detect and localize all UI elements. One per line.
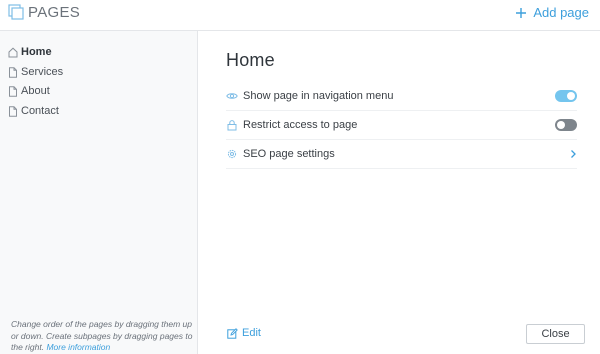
lock-icon xyxy=(227,120,237,131)
chevron-right-icon xyxy=(571,150,576,158)
page-settings-panel: Home Show page in navigation menu Restri… xyxy=(199,31,600,354)
sidebar-item-label: Services xyxy=(21,66,64,78)
add-page-button[interactable]: Add page xyxy=(515,5,589,20)
page-icon xyxy=(9,66,17,78)
setting-row-restrict-access: Restrict access to page xyxy=(226,111,577,140)
pages-sidebar: Home Services About Contact Change order… xyxy=(0,31,198,354)
more-information-link[interactable]: More information xyxy=(46,342,110,352)
reorder-hint: Change order of the pages by dragging th… xyxy=(11,319,193,354)
setting-row-seo[interactable]: SEO page settings xyxy=(226,140,577,169)
edit-icon xyxy=(227,327,238,339)
plus-icon xyxy=(516,7,527,18)
sidebar-item-about[interactable]: About xyxy=(8,82,50,100)
page-icon xyxy=(9,105,17,117)
edit-label: Edit xyxy=(242,327,261,339)
add-page-label: Add page xyxy=(533,5,589,20)
home-icon xyxy=(8,47,18,57)
eye-icon xyxy=(226,93,238,99)
sidebar-item-label: Contact xyxy=(21,105,59,117)
close-button[interactable]: Close xyxy=(526,324,585,344)
edit-button[interactable]: Edit xyxy=(227,327,261,339)
sidebar-item-label: Home xyxy=(21,46,52,58)
page-title: Home xyxy=(226,50,275,70)
pages-icon xyxy=(8,4,24,20)
top-bar: PAGES Add page xyxy=(0,0,600,31)
page-icon xyxy=(9,85,17,97)
sidebar-item-services[interactable]: Services xyxy=(8,63,63,81)
restrict-access-toggle[interactable] xyxy=(555,119,577,131)
setting-label: Show page in navigation menu xyxy=(243,90,394,102)
panel-title: PAGES xyxy=(28,4,81,21)
sidebar-item-contact[interactable]: Contact xyxy=(8,102,59,120)
sidebar-item-label: About xyxy=(21,85,50,97)
setting-row-show-in-nav: Show page in navigation menu xyxy=(226,82,577,111)
sidebar-item-home[interactable]: Home xyxy=(8,43,52,61)
toggle-knob xyxy=(557,121,565,129)
setting-label: Restrict access to page xyxy=(243,119,358,131)
toggle-knob xyxy=(567,92,575,100)
setting-label: SEO page settings xyxy=(243,148,335,160)
show-in-nav-toggle[interactable] xyxy=(555,90,577,102)
gear-icon xyxy=(227,149,237,159)
